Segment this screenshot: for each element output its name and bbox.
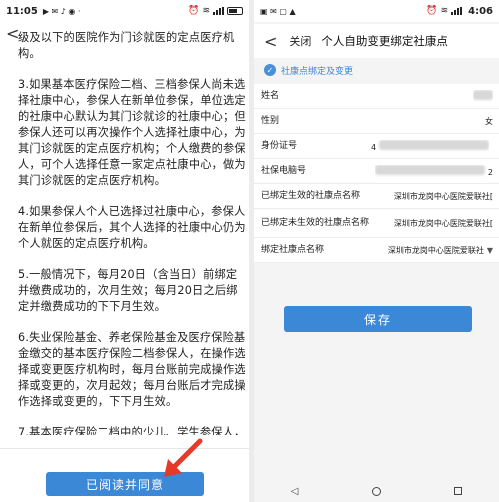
status-bar: 11:05 ▶ ✉ ♪ ◉ · ⏰ ≋ [0,0,249,22]
agreement-paragraph: 级及以下的医院作为门诊就医的定点医疗机构。 [18,31,235,60]
notification-icons: ▣ ✉ ▢ ▲ [260,6,296,16]
form-row-bound-pending: 已绑定未生效的社康点名称 深圳市龙岗中心医院爱联社[ [254,209,499,238]
home-nav-icon[interactable] [371,486,381,496]
field-label: 性别 [261,115,280,126]
field-label: 姓名 [261,90,280,101]
recent-apps-icon[interactable] [454,487,463,495]
agreement-paragraph: 7.基本医疗保险二档中的少儿、学生参保人，首次选择医疗机构的，其选定即时生效；非… [18,426,246,435]
section-title: 社康点绑定及变更 [281,66,354,77]
blurred-value [473,90,493,100]
blurred-value [378,140,489,150]
back-nav-icon[interactable]: ◁ [291,486,299,497]
alarm-icon: ⏰ [188,6,200,16]
alarm-icon: ⏰ [426,6,438,16]
form-row-gender: 性别 女 [254,109,499,134]
close-button[interactable]: 关闭 [289,33,311,49]
agreement-screen: 11:05 ▶ ✉ ♪ ◉ · ⏰ ≋ < 级及以下的医院作为门诊就医的定点医疗… [0,0,249,502]
save-button[interactable]: 保存 [284,306,472,332]
signal-icon [213,7,224,15]
page-title: 个人自助变更绑定社康点 [321,34,448,48]
blurred-value [375,165,486,175]
agreement-text: 级及以下的医院作为门诊就医的定点医疗机构。 3.如果基本医疗保险二档、三档参保人… [18,30,246,435]
agreement-paragraph: 3.如果基本医疗保险二档、三档参保人尚未选择社康中心，参保人在新单位参保，单位选… [18,78,246,187]
lock-icon: ✓ [264,64,276,76]
field-label: 绑定社康点名称 [261,244,325,255]
wifi-icon: ≋ [440,6,449,16]
red-arrow-icon [164,438,203,477]
back-icon[interactable]: < [264,32,277,51]
field-value: 2 [375,165,493,177]
battery-icon [227,7,243,15]
wifi-icon: ≋ [202,6,210,16]
notification-icons: ▶ ✉ ♪ ◉ · [42,6,81,16]
field-label: 已绑定生效的社康点名称 [261,190,361,201]
field-value [473,90,493,102]
signal-icon [451,7,463,15]
field-value: 4 [371,140,489,152]
form-row-id: 身份证号 4 [254,134,499,159]
form-row-name: 姓名 [254,84,499,109]
field-value: 深圳市龙岗中心医院爱联社[ [393,218,493,228]
status-bar: ▣ ✉ ▢ ▲ ⏰ ≋ 4:06 [254,0,499,22]
agreement-paragraph: 5.一般情况下，每月20日（含当日）前绑定并缴费成功的，次月生效；每月20日之后… [18,268,238,313]
title-bar: < 关闭 个人自助变更绑定社康点 [254,24,499,58]
rebind-screen: ▣ ✉ ▢ ▲ ⏰ ≋ 4:06 < 关闭 个人自助变更绑定社康点 ✓ 社康点绑… [254,0,499,502]
section-header: ✓ 社康点绑定及变更 [254,60,499,80]
agreement-paragraph: 4.如果参保人个人已选择过社康中心，参保人在新单位参保后，其个人选择的社康中心仍… [18,205,246,250]
field-value: 深圳市龙岗中心医院爱联社[ [393,191,493,201]
field-label: 社保电脑号 [261,165,307,176]
agreement-paragraph: 6.失业保险基金、养老保险基金及医疗保险基金缴交的基本医疗保险二档参保人，在操作… [18,331,246,408]
clinic-select[interactable]: 深圳市龙岗中心医院爱联社 ▼ [388,245,493,256]
field-value: 女 [485,116,493,126]
form-row-bound-active: 已绑定生效的社康点名称 深圳市龙岗中心医院爱联社[ [254,184,499,209]
status-time: 11:05 [6,5,38,17]
chevron-down-icon: ▼ [486,245,493,255]
field-label: 身份证号 [261,140,298,151]
field-label: 已绑定未生效的社康点名称 [261,217,370,228]
system-nav-bar: ◁ [254,480,499,502]
status-time: 4:06 [468,5,493,17]
binding-form: 姓名 性别 女 身份证号 4 社保电脑号 2 已绑定生效的社康点名称 深圳市龙岗… [254,84,499,263]
form-row-social-number: 社保电脑号 2 [254,159,499,184]
form-row-select-clinic[interactable]: 绑定社康点名称 深圳市龙岗中心医院爱联社 ▼ [254,238,499,263]
